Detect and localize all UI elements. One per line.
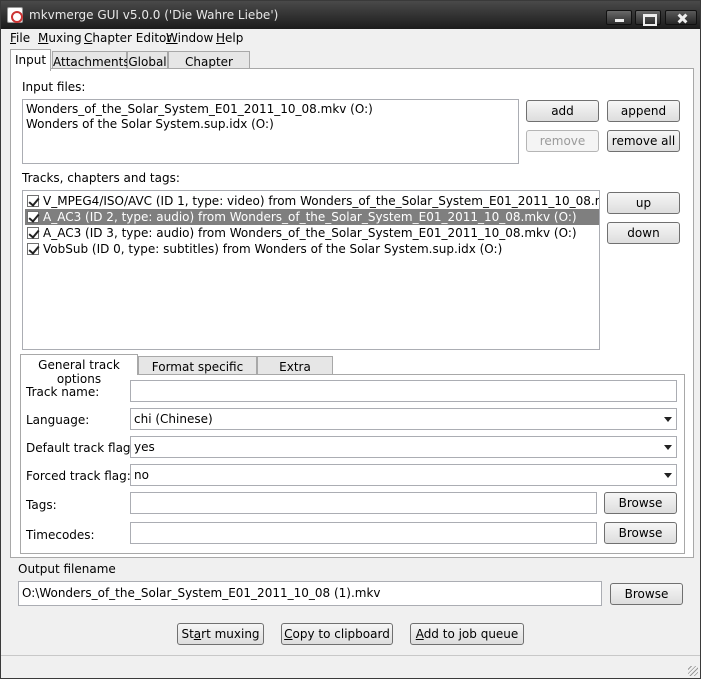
chevron-down-icon (664, 473, 672, 478)
timecodes-label: Timecodes: (26, 528, 95, 542)
track-name-label: Track name: (26, 385, 100, 399)
window-title: mkvmerge GUI v5.0.0 ('Die Wahre Liebe') (29, 8, 279, 22)
track-checkbox[interactable] (27, 243, 39, 255)
menu-help[interactable]: Help (216, 31, 243, 45)
app-window: mkvmerge GUI v5.0.0 ('Die Wahre Liebe') … (0, 0, 701, 679)
title-bar[interactable]: mkvmerge GUI v5.0.0 ('Die Wahre Liebe') (1, 1, 700, 29)
app-icon (7, 7, 23, 23)
default-flag-select[interactable]: yes (130, 436, 677, 458)
tags-input[interactable] (130, 492, 597, 514)
tracks-label: Tracks, chapters and tags: (22, 171, 180, 185)
track-checkbox[interactable] (27, 227, 39, 239)
chevron-down-icon (664, 417, 672, 422)
resize-grip-icon[interactable] (688, 666, 698, 676)
menu-muxing[interactable]: Muxing (38, 31, 82, 45)
language-select[interactable]: chi (Chinese) (130, 408, 677, 430)
add-button[interactable]: add (526, 100, 599, 122)
output-filename-input[interactable]: O:\Wonders_of_the_Solar_System_E01_2011_… (18, 581, 602, 606)
timecodes-browse-button[interactable]: Browse (604, 522, 677, 544)
tab-input[interactable]: Input (10, 49, 51, 71)
track-row-video[interactable]: V_MPEG4/ISO/AVC (ID 1, type: video) from… (25, 193, 599, 209)
tags-browse-button[interactable]: Browse (604, 492, 677, 514)
remove-all-button[interactable]: remove all (607, 130, 680, 152)
add-to-job-queue-button[interactable]: Add to job queue (410, 623, 524, 645)
menu-bar: File Muxing Chapter Editor Window Help (1, 29, 700, 48)
menu-chapter-editor[interactable]: Chapter Editor (84, 31, 171, 45)
track-checkbox[interactable] (27, 195, 39, 207)
menu-file[interactable]: File (10, 31, 30, 45)
chevron-down-icon (664, 445, 672, 450)
up-button[interactable]: up (607, 192, 680, 214)
tags-label: Tags: (26, 498, 57, 512)
forced-flag-select[interactable]: no (130, 464, 677, 486)
remove-button[interactable]: remove (526, 130, 599, 152)
copy-to-clipboard-button[interactable]: Copy to clipboard (281, 623, 393, 645)
track-row-audio-selected[interactable]: A_AC3 (ID 2, type: audio) from Wonders_o… (25, 209, 599, 225)
track-checkbox[interactable] (27, 211, 39, 223)
tab-format-specific-options[interactable]: Format specific options (138, 356, 257, 388)
status-bar (1, 655, 700, 678)
menu-window[interactable]: Window (166, 31, 213, 45)
tab-extra-options[interactable]: Extra options (257, 356, 333, 388)
output-browse-button[interactable]: Browse (610, 583, 683, 605)
track-row-subtitles[interactable]: VobSub (ID 0, type: subtitles) from Wond… (25, 241, 599, 257)
tab-general-track-options[interactable]: General track options (20, 354, 138, 386)
maximize-icon[interactable] (635, 10, 661, 26)
down-button[interactable]: down (607, 222, 680, 244)
tracks-list[interactable]: V_MPEG4/ISO/AVC (ID 1, type: video) from… (22, 190, 600, 350)
append-button[interactable]: append (607, 100, 680, 122)
list-item[interactable]: Wonders_of_the_Solar_System_E01_2011_10_… (26, 102, 373, 116)
start-muxing-button[interactable]: Start muxing (177, 623, 264, 645)
default-flag-label: Default track flag: (26, 441, 135, 455)
minimize-icon[interactable] (606, 10, 632, 25)
language-label: Language: (26, 413, 90, 427)
input-files-list[interactable]: Wonders_of_the_Solar_System_E01_2011_10_… (22, 99, 519, 164)
output-filename-label: Output filename (18, 562, 116, 576)
input-tab-page: Input files: Wonders_of_the_Solar_System… (10, 68, 694, 558)
timecodes-input[interactable] (130, 522, 597, 544)
input-files-label: Input files: (22, 80, 86, 94)
close-icon[interactable] (665, 10, 697, 25)
track-row-audio[interactable]: A_AC3 (ID 3, type: audio) from Wonders_o… (25, 225, 599, 241)
general-track-options-page: Track name: Language: chi (Chinese) Defa… (20, 374, 685, 554)
list-item[interactable]: Wonders of the Solar System.sup.idx (O:) (26, 117, 274, 131)
track-name-input[interactable] (130, 380, 677, 402)
forced-flag-label: Forced track flag: (26, 469, 131, 483)
